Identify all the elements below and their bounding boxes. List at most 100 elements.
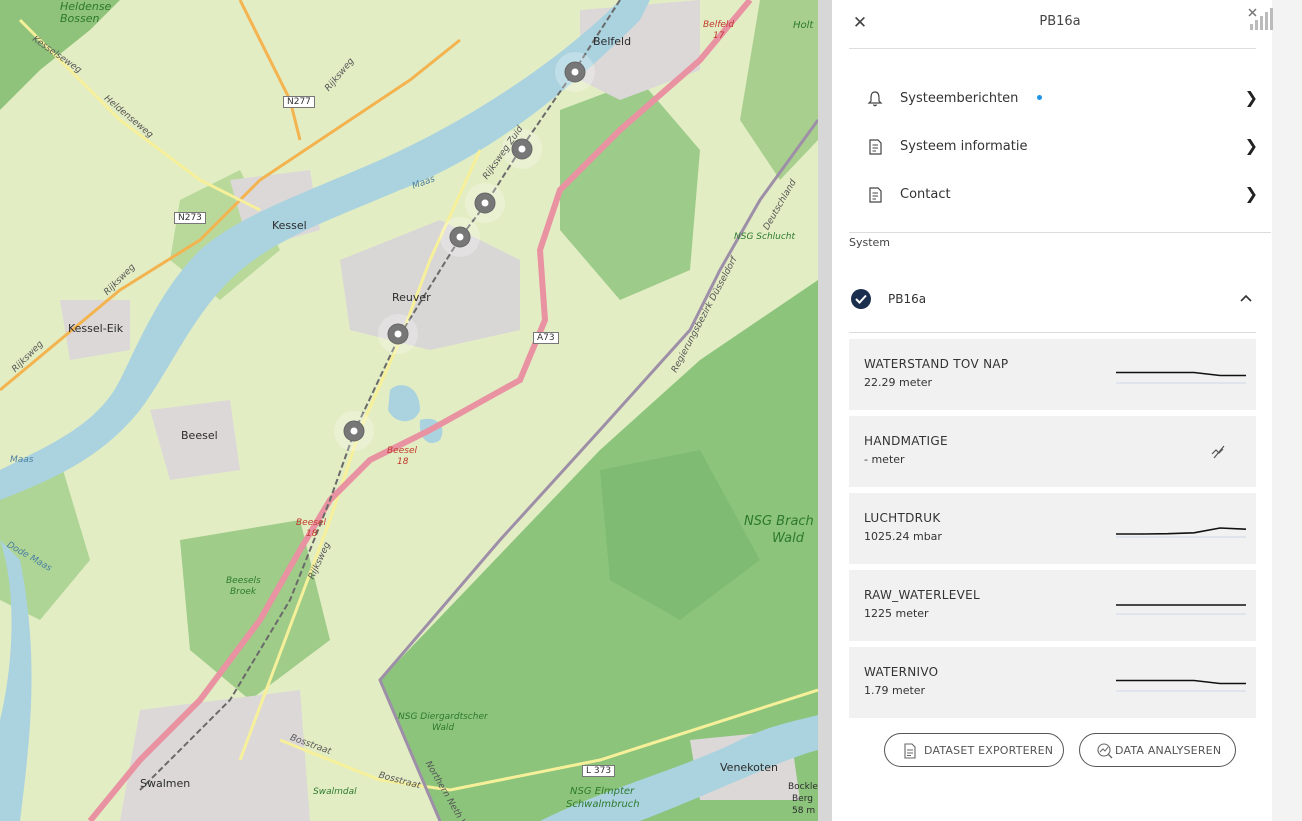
button-label: DATASET EXPORTEREN [924,744,1054,757]
sensor-name: WATERNIVO [864,665,939,679]
map-label: Swalmdal [313,787,357,797]
forest-area [560,80,700,300]
signal-icon [1248,8,1273,30]
map-label: Bossen [60,12,100,25]
close-icon[interactable]: ✕ [850,13,870,33]
notification-dot [1037,95,1042,100]
map-label: NSG Elmpter [570,786,635,797]
map-label: NSG Schlucht [734,232,796,242]
document-icon [869,139,882,155]
menu-item-contact[interactable]: Contact ❯ [860,178,1260,212]
sparkline [1116,604,1246,615]
menu-item-label: Systeemberichten [900,91,1019,106]
divider [849,48,1256,49]
sparkline-series [1116,679,1246,685]
map-label: Venekoten [720,761,778,774]
map-label: 58 m [792,806,816,816]
sparkline-series [1116,371,1246,377]
map-label: Schwalmbruch [566,799,640,810]
sensor-card[interactable]: WATERNIVO 1.79 meter [849,647,1256,718]
scrollbar-track[interactable] [1272,0,1302,821]
map-label: 17 [713,31,725,41]
station-marker-center [571,68,579,76]
lake [388,385,420,422]
chevron-right-icon: ❯ [1244,88,1258,107]
menu-item-systeemberichten[interactable]: Systeemberichten ❯ [860,82,1260,116]
forest-area [180,520,330,700]
divider [849,232,1271,233]
sensor-card[interactable]: RAW_WATERLEVEL 1225 meter [849,570,1256,641]
river-maas [0,0,650,500]
sparkline [1116,371,1246,384]
station-marker-center [350,427,358,435]
sparkline [1116,527,1246,538]
export-dataset-button[interactable]: DATASET EXPORTEREN [884,733,1064,767]
sensor-value: 1025.24 mbar [864,530,942,543]
section-label: System [849,236,891,249]
sparkline [1116,679,1246,692]
road-shield: L 373 [582,765,616,777]
map-canvas[interactable] [0,0,818,821]
chevron-right-icon: ❯ [1244,184,1258,203]
map-label: 18 [397,457,409,467]
map-label: Beesel [387,446,417,456]
system-name: PB16a [888,292,927,306]
document-icon [869,187,882,203]
station-marker-center [394,330,402,338]
menu-item-label: Contact [900,187,951,202]
map-label: Kessel [272,219,307,232]
chevron-right-icon: ❯ [1244,136,1258,155]
sensor-value: - meter [864,453,905,466]
sensor-card[interactable]: WATERSTAND TOV NAP 22.29 meter [849,339,1256,410]
sensor-name: HANDMATIGE [864,434,948,448]
divider [849,332,1256,333]
map-label: Broek [230,587,257,597]
map-label: Wald [432,723,455,733]
map-label: NSG Diergardtscher [398,712,488,722]
sensor-value: 1.79 meter [864,684,926,697]
map-label: Beesels [226,576,261,586]
map-label: Bockle [788,782,818,792]
button-label: DATA ANALYSEREN [1115,744,1222,757]
station-marker-center [456,233,464,241]
map-view[interactable]: Heldense Bossen Kesselseweg Heldenseweg … [0,0,818,821]
system-row[interactable]: PB16a [849,282,1256,316]
station-marker-center [481,199,489,207]
check-circle-icon[interactable] [850,288,872,310]
road-shield: N277 [283,96,315,108]
road-shield: N273 [174,212,206,224]
menu-item-label: Systeem informatie [900,139,1028,154]
map-label: Beesel [296,518,326,528]
sensor-value: 22.29 meter [864,376,933,389]
map-label: Wald [772,531,804,546]
panel-title: PB16a [1039,14,1081,29]
map-label: NSG Brach [744,514,814,529]
map-label: Belfeld [703,20,735,30]
no-data-icon [1211,445,1225,459]
map-label: Reuver [392,291,431,304]
sensor-card[interactable]: HANDMATIGE - meter [849,416,1256,487]
analytics-icon [1097,743,1113,759]
sensor-name: RAW_WATERLEVEL [864,588,980,602]
map-label: Kessel-Eik [68,322,124,335]
chevron-up-icon[interactable] [1240,293,1252,303]
road-shield: A73 [533,332,559,344]
analyse-data-button[interactable]: DATA ANALYSEREN [1079,733,1236,767]
station-marker-center [518,145,526,153]
sparkline-series [1116,527,1246,535]
map-label: Holt [793,20,814,31]
split-divider[interactable] [818,0,832,821]
document-icon [904,743,916,759]
sensor-card[interactable]: LUCHTDRUK 1025.24 mbar [849,493,1256,564]
sensor-value: 1225 meter [864,607,929,620]
map-label: Maas [10,455,34,465]
bell-icon [867,91,883,107]
menu-item-systeem-informatie[interactable]: Systeem informatie ❯ [860,130,1260,164]
map-label: Swalmen [140,777,191,790]
sensor-name: LUCHTDRUK [864,511,941,525]
road-n277 [238,0,302,141]
map-label: Berg [792,794,813,804]
sensor-name: WATERSTAND TOV NAP [864,357,1009,371]
map-label: Belfeld [593,35,632,48]
map-label: Beesel [181,429,218,442]
